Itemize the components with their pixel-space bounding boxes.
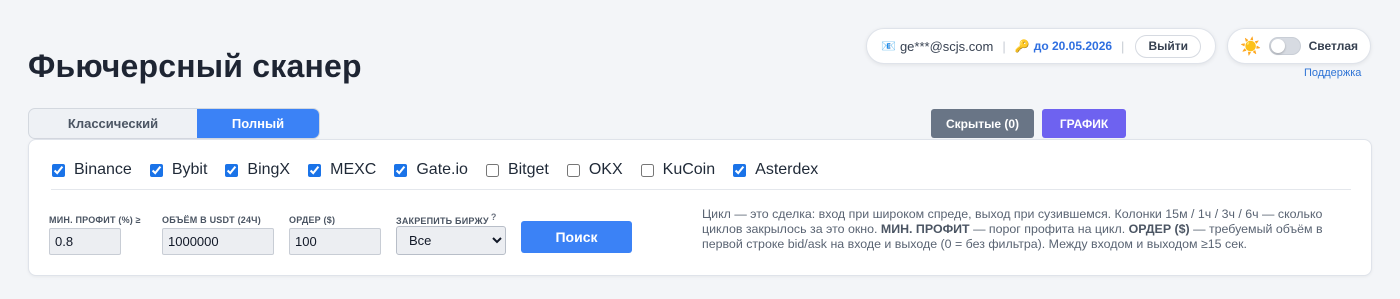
exchange-label: Bybit [171,161,208,178]
exchange-kucoin[interactable]: KuCoin [640,161,716,179]
exchange-gateio[interactable]: Gate.io [394,161,468,179]
theme-switcher: ☀️ Светлая [1227,28,1371,64]
divider [51,189,1351,190]
key-icon: 🔑 [1014,39,1030,53]
exchange-checkbox[interactable] [485,163,499,177]
volume-label: ОБЪЁМ В USDT (24ч) [162,215,261,225]
exchange-label: Gate.io [416,161,468,178]
exchange-label: Binance [74,161,132,178]
tab-full-cycle[interactable]: Полный цикл [197,109,319,138]
exchange-label: KuCoin [662,161,716,178]
exchange-checkbox[interactable] [733,163,747,177]
exchange-bitget[interactable]: Bitget [485,161,549,179]
page-title: Фьючерсный сканер [28,48,362,84]
min-profit-label: МИН. ПРОФИТ (%) ≥ [49,215,141,225]
sun-icon: ☀️ [1240,36,1262,56]
exchange-label: Bitget [507,161,549,178]
envelope-icon: 📧 [881,39,896,53]
exchange-list: Binance Bybit BingX MEXC Gate.io Bitget OKX KuC… [52,161,836,179]
chart-button[interactable]: ГРАФИК [1042,109,1126,138]
order-input[interactable] [289,228,381,255]
subscription-expiry: до 20.05.2026 [1033,39,1113,53]
logout-button[interactable]: Выйти [1135,34,1201,58]
exchange-checkbox[interactable] [225,163,239,177]
exchange-label: Asterdex [755,161,819,178]
exchange-okx[interactable]: OKX [566,161,623,179]
help-text-bold: МИН. ПРОФИТ [880,222,970,236]
hidden-items-button[interactable]: Скрытые (0) [931,109,1034,138]
help-text-bold: ОРДЕР ($) [1128,222,1190,236]
user-info-bar: 📧 ge***@scjs.com | 🔑 до 20.05.2026 | Вый… [866,28,1216,64]
user-email: ge***@scjs.com [899,38,994,54]
exchange-asterdex[interactable]: Asterdex [733,161,818,179]
exchange-checkbox[interactable] [640,163,654,177]
exchange-checkbox[interactable] [149,163,163,177]
pin-exchange-label: ЗАКРЕПИТЬ БИРЖУ? [396,212,497,226]
exchange-bingx[interactable]: BingX [225,161,290,179]
exchange-label: MEXC [330,161,377,178]
tab-classic-spread[interactable]: Классический спред [29,109,197,138]
pin-exchange-label-text: ЗАКРЕПИТЬ БИРЖУ [396,216,489,226]
exchange-label: OKX [588,161,623,178]
order-label: ОРДЕР ($) [289,215,336,225]
toggle-knob [1271,39,1286,53]
exchange-label: BingX [247,161,291,178]
help-text-part: — порог профита на цикл. [969,222,1129,236]
theme-label: Светлая [1308,39,1358,53]
exchange-checkbox[interactable] [52,163,65,177]
volume-input[interactable] [162,228,274,255]
help-text: Цикл — это сделка: вход при широком спре… [702,207,1356,252]
filter-panel: Binance Bybit BingX MEXC Gate.io Bitget OKX KuC… [28,139,1372,276]
exchange-checkbox[interactable] [566,163,580,177]
search-button[interactable]: Поиск [521,221,632,253]
exchange-checkbox[interactable] [394,163,408,177]
mode-tabs: Классический спред Полный цикл [28,108,320,139]
pin-exchange-select[interactable]: Все [396,226,506,255]
exchange-binance[interactable]: Binance [52,161,132,179]
exchange-bybit[interactable]: Bybit [149,161,208,179]
support-link[interactable]: Поддержка [1304,67,1361,79]
exchange-mexc[interactable]: MEXC [308,161,376,179]
separator: | [1002,38,1006,54]
min-profit-input[interactable] [49,228,121,255]
exchange-checkbox[interactable] [308,163,322,177]
separator: | [1121,38,1125,54]
help-icon[interactable]: ? [491,212,497,222]
theme-toggle[interactable] [1269,37,1301,55]
